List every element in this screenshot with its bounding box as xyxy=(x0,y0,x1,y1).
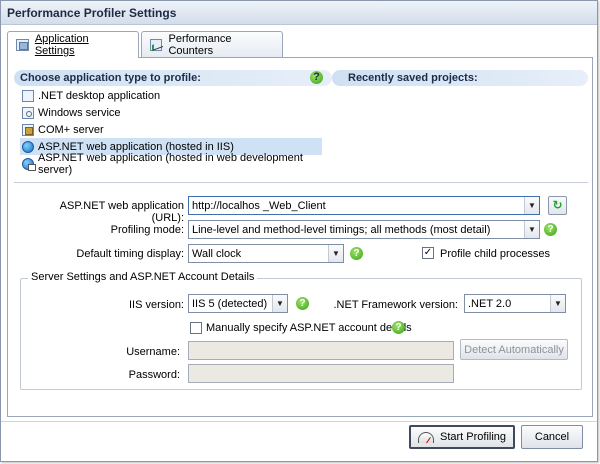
app-type-header-label: Choose application type to profile: xyxy=(20,72,201,84)
list-item-label: COM+ server xyxy=(38,123,104,136)
manual-account-checkbox[interactable] xyxy=(190,322,202,334)
window-title: Performance Profiler Settings xyxy=(7,6,177,20)
help-icon[interactable]: ? xyxy=(544,223,557,236)
refresh-button[interactable]: ↻ xyxy=(548,196,567,215)
iis-version-select[interactable]: IIS 5 (detected) ▼ xyxy=(188,294,288,313)
service-icon xyxy=(22,106,34,119)
chevron-down-icon[interactable]: ▼ xyxy=(550,295,565,312)
application-settings-panel: Choose application type to profile: ? Re… xyxy=(7,57,593,417)
framework-version-value: .NET 2.0 xyxy=(468,298,512,310)
profiler-settings-window: Performance Profiler Settings Applicatio… xyxy=(0,0,598,462)
cancel-button[interactable]: Cancel xyxy=(521,425,583,449)
manual-account-label: Manually specify ASP.NET account details xyxy=(206,322,412,334)
chevron-down-icon[interactable]: ▼ xyxy=(524,221,539,238)
globe-icon xyxy=(22,140,34,153)
server-settings-title: Server Settings and ASP.NET Account Deta… xyxy=(28,271,258,283)
help-icon[interactable]: ? xyxy=(392,321,405,334)
chevron-down-icon[interactable]: ▼ xyxy=(524,197,539,214)
app-type-item-desktop[interactable]: .NET desktop application xyxy=(20,87,320,104)
password-label: Password: xyxy=(128,369,180,381)
timing-display-label: Default timing display: xyxy=(76,248,184,260)
chevron-down-icon[interactable]: ▼ xyxy=(328,245,343,262)
username-field[interactable] xyxy=(188,341,454,360)
iis-version-label: IIS version: xyxy=(128,299,184,311)
profiling-mode-select[interactable]: Line-level and method-level timings; all… xyxy=(188,220,540,239)
app-type-list: .NET desktop application Windows service… xyxy=(20,87,322,176)
timing-display-select[interactable]: Wall clock ▼ xyxy=(188,244,344,263)
password-field[interactable] xyxy=(188,364,454,383)
list-item-label: ASP.NET web application (hosted in web d… xyxy=(38,151,303,176)
tab-strip: Application Settings Performance Counter… xyxy=(7,31,593,58)
tab-label: Performance Counters xyxy=(168,32,232,57)
framework-version-label: .NET Framework version: xyxy=(333,299,459,311)
profile-child-checkbox[interactable]: ✓ xyxy=(422,247,434,259)
recent-projects-header: Recently saved projects: xyxy=(332,70,588,86)
section-divider xyxy=(14,182,588,183)
globe-dev-icon xyxy=(22,157,36,171)
app-type-item-windows-service[interactable]: Windows service xyxy=(20,104,320,121)
tab-application-settings[interactable]: Application Settings xyxy=(7,31,139,58)
gauge-icon xyxy=(417,431,434,443)
help-icon[interactable]: ? xyxy=(310,71,323,84)
iis-version-value: IIS 5 (detected) xyxy=(192,298,268,310)
desktop-app-icon xyxy=(22,89,34,102)
title-bar[interactable]: Performance Profiler Settings xyxy=(1,1,597,25)
start-profiling-button[interactable]: Start Profiling xyxy=(409,425,515,449)
username-label: Username: xyxy=(126,346,180,358)
profiling-mode-label: Profiling mode: xyxy=(110,224,184,236)
url-value: http://localhos _Web_Client xyxy=(192,200,326,212)
profile-child-label: Profile child processes xyxy=(440,248,551,260)
tab-label: Application Settings xyxy=(34,33,89,57)
url-combo[interactable]: http://localhos _Web_Client ▼ xyxy=(188,196,540,215)
help-icon[interactable]: ? xyxy=(350,247,363,260)
list-item-label: .NET desktop application xyxy=(38,89,161,102)
com-server-icon xyxy=(22,123,34,136)
list-item-label: Windows service xyxy=(38,106,121,119)
timing-display-value: Wall clock xyxy=(192,248,242,260)
start-profiling-label: Start Profiling xyxy=(439,431,507,443)
recent-projects-header-label: Recently saved projects: xyxy=(348,72,478,84)
chart-icon xyxy=(150,38,163,51)
help-icon[interactable]: ? xyxy=(296,297,309,310)
tab-performance-counters[interactable]: Performance Counters xyxy=(141,31,283,57)
settings-icon xyxy=(16,39,29,51)
app-type-item-com-server[interactable]: COM+ server xyxy=(20,121,320,138)
url-label: ASP.NET web application (URL): xyxy=(59,200,184,224)
framework-version-select[interactable]: .NET 2.0 ▼ xyxy=(464,294,566,313)
detect-automatically-button[interactable]: Detect Automatically xyxy=(460,339,568,360)
chevron-down-icon[interactable]: ▼ xyxy=(272,295,287,312)
app-type-header: Choose application type to profile: ? xyxy=(14,70,332,86)
profiling-mode-value: Line-level and method-level timings; all… xyxy=(192,224,491,236)
app-type-item-aspnet-dev-server[interactable]: ASP.NET web application (hosted in web d… xyxy=(20,152,320,176)
footer-divider xyxy=(1,421,597,422)
